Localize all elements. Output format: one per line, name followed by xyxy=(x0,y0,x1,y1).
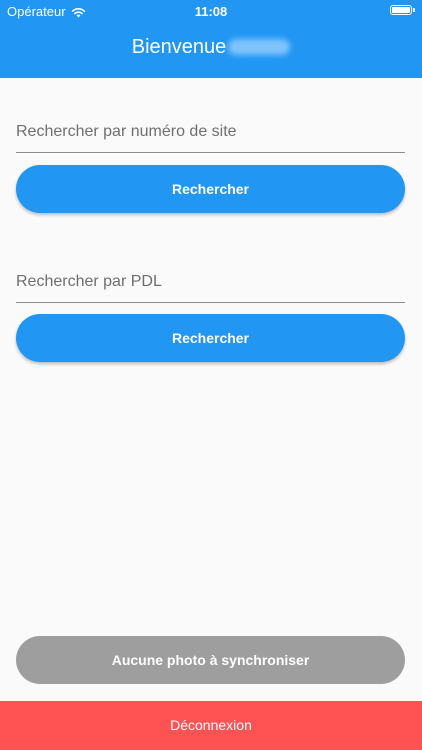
battery-icon xyxy=(390,5,415,15)
pdl-input[interactable] xyxy=(16,267,405,302)
sync-photos-button[interactable]: Aucune photo à synchroniser xyxy=(16,636,405,684)
site-number-input[interactable] xyxy=(16,117,405,152)
search-pdl-button[interactable]: Rechercher xyxy=(16,314,405,362)
welcome-text: Bienvenue xyxy=(131,36,227,58)
page-title: Bienvenue xyxy=(0,36,422,59)
app-bar: Opérateur 11:08 Bienvenue xyxy=(0,0,422,78)
search-site-button[interactable]: Rechercher xyxy=(16,165,405,213)
status-bar: Opérateur 11:08 xyxy=(0,0,422,22)
logout-button[interactable]: Déconnexion xyxy=(0,701,422,750)
pdl-field[interactable] xyxy=(16,267,405,303)
user-name-redacted xyxy=(228,39,291,55)
status-time: 11:08 xyxy=(194,4,228,19)
site-number-field[interactable] xyxy=(16,117,405,153)
